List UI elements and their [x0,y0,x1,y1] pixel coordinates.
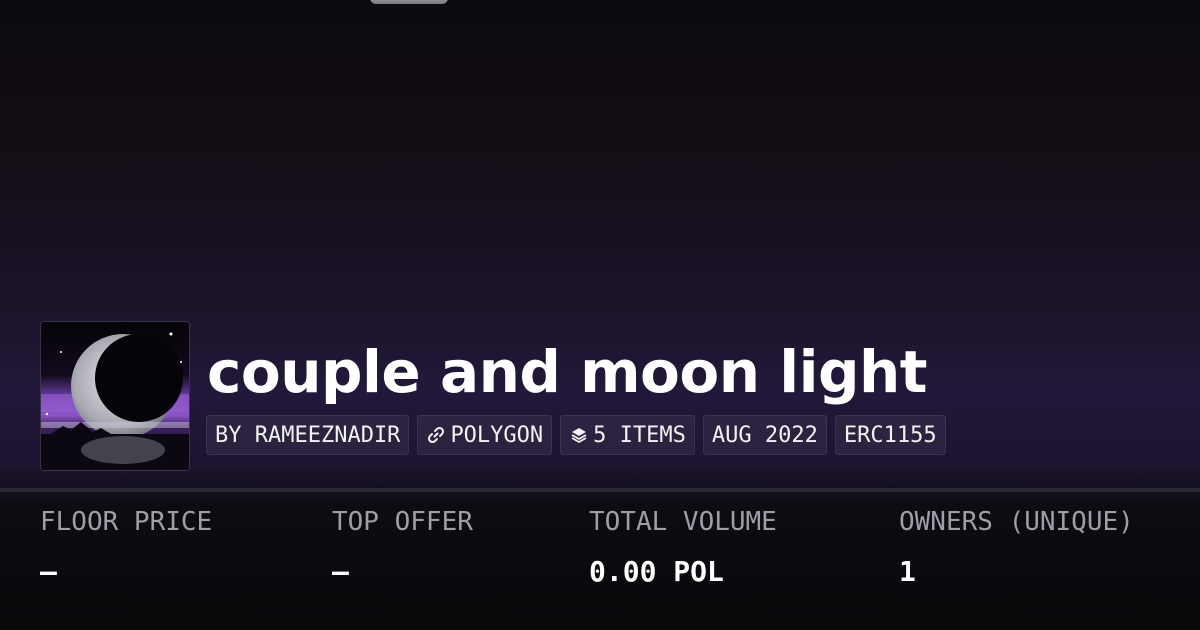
floor-price-value: – [40,555,57,588]
crescent-moon-artwork-icon [41,322,189,470]
floor-price-label: FLOOR PRICE [40,507,213,537]
top-offer-stat: TOP OFFER – [332,505,473,589]
items-tag[interactable]: 5 ITEMS [560,415,695,455]
creator-tag[interactable]: BY RAMEEZNADIR [206,415,410,455]
top-edge-graphic [370,0,448,4]
date-tag: AUG 2022 [702,415,827,455]
items-label: 5 ITEMS [593,422,686,448]
total-volume-label: TOTAL VOLUME [589,507,777,537]
owners-label: OWNERS (UNIQUE) [899,507,1134,537]
owners-stat: OWNERS (UNIQUE) 1 [899,505,1134,589]
chain-tag[interactable]: POLYGON [417,415,553,455]
total-volume-value: 0.00 POL [589,555,724,588]
top-offer-label: TOP OFFER [332,507,473,537]
standard-label: ERC1155 [843,422,937,448]
standard-tag: ERC1155 [834,415,946,455]
collection-tags: BY RAMEEZNADIR POLYGON 5 ITEMS AUG 2022 … [206,415,946,455]
collection-title: couple and moon light [207,338,928,406]
collection-avatar [40,321,190,471]
chain-label: POLYGON [450,422,544,448]
collection-share-card: couple and moon light BY RAMEEZNADIR POL… [0,0,1200,630]
total-volume-stat: TOTAL VOLUME 0.00 POL [589,505,777,589]
date-label: AUG 2022 [711,422,818,448]
owners-value: 1 [899,555,916,588]
creator-label: BY RAMEEZNADIR [215,422,401,448]
top-offer-value: – [332,555,349,588]
stats-divider [0,488,1200,492]
link-icon [426,425,446,445]
layers-icon [569,425,589,445]
floor-price-stat: FLOOR PRICE – [40,505,212,589]
